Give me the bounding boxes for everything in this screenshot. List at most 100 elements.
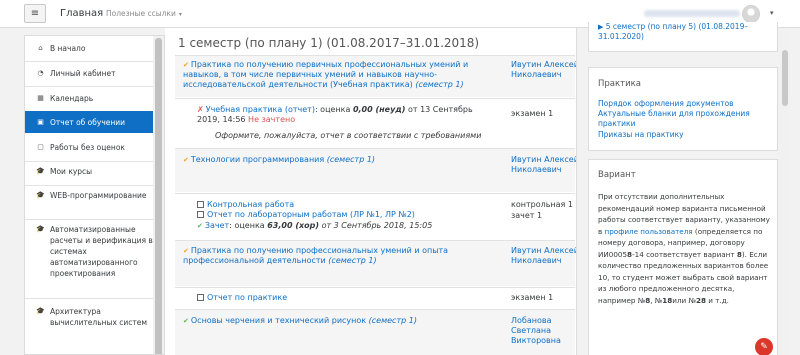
semester-card: ▶ 5 семестр (по плану 5) (01.08.2019–31.… [588, 22, 778, 52]
task-cell: ✔ Практика по получению профессиональных … [183, 246, 503, 266]
task-cell: ✔ Практика по получению первичных професс… [183, 60, 503, 90]
cross-icon: ✗ [197, 105, 204, 114]
chevron-down-icon: ▾ [178, 11, 182, 18]
quick-links-menu[interactable]: Полезные ссылки ▾ [106, 9, 182, 18]
semester-link[interactable]: (семестр 1) [328, 256, 376, 265]
user-menu[interactable]: ▾ [644, 4, 794, 24]
assignment-link[interactable]: Отчет по лабораторным работам (ЛР №1, ЛР… [207, 210, 415, 219]
table-row: Контрольная работа Отчет по лабораторным… [175, 193, 575, 241]
practice-card: Практика Порядок оформления документов А… [588, 67, 778, 151]
table-row: ✗ Учебная практика (отчет): оценка 0,00 (… [175, 98, 575, 153]
mortarboard-icon: 🎓 [36, 225, 45, 233]
page-scrollbar-thumb[interactable] [782, 50, 788, 106]
main-content: 1 семестр (по плану 1) (01.08.2017–31.01… [165, 28, 577, 355]
assignment-cell: Контрольная работа [197, 200, 517, 210]
page-title: 1 семестр (по плану 1) (01.08.2017–31.01… [178, 36, 480, 50]
teacher-link[interactable]: Лобанова Светлана Викторовна [511, 316, 576, 346]
nav-item-home[interactable]: ⌂ В начало [25, 43, 153, 57]
credit-link[interactable]: Зачет [205, 221, 229, 230]
profile-link[interactable]: профиле пользователя [605, 227, 693, 236]
practice-link[interactable]: Актуальные бланки для прохождения практи… [598, 109, 768, 129]
nav-item-learning-report[interactable]: ▣ Отчет об обучении [25, 111, 153, 133]
report-link[interactable]: Учебная практика (отчет) [206, 105, 315, 114]
variant-text: При отсутствии дополнительных рекомендац… [598, 192, 770, 305]
practice-link[interactable]: Порядок оформления документов [598, 99, 734, 109]
assignment-cell: Отчет по практике [197, 293, 517, 303]
check-icon: ✔ [183, 156, 189, 164]
divider [25, 86, 153, 87]
semester-link[interactable]: (семестр 1) [415, 80, 463, 89]
exam-type: зачет 1 [511, 211, 543, 220]
menu-toggle-button[interactable]: ≡ [24, 4, 46, 23]
exam-type: экзамен 1 [511, 293, 554, 302]
status-text: Не зачтено [248, 115, 296, 124]
checkbox-icon [197, 201, 204, 208]
nav-item-course-cad[interactable]: 🎓 Автоматизированные расчеты и верификаци… [25, 224, 153, 292]
floating-badge-icon[interactable]: ✎ [755, 338, 773, 355]
nav-item-ungraded-works[interactable]: ▢ Работы без оценок [25, 142, 153, 156]
home-icon: ⌂ [38, 44, 43, 52]
chevron-down-icon[interactable]: ▾ [770, 9, 774, 17]
report-icon: ▣ [37, 118, 44, 126]
task-cell: ✔ Технологии программирования (семестр 1) [183, 155, 503, 165]
nav-drawer: ⌂ В начало ◔ Личный кабинет ▦ Календарь ▣ От… [24, 35, 165, 355]
table-row: ✔ Основы черчения и технический рисунок (… [175, 309, 575, 355]
check-icon: ✔ [183, 61, 189, 69]
variant-card: Вариант При отсутствии дополнительных ре… [588, 159, 778, 355]
exam-type: экзамен 1 [511, 109, 554, 118]
play-icon: ▶ [598, 23, 604, 31]
checkbox-icon [197, 294, 204, 301]
mortarboard-icon: 🎓 [36, 191, 45, 199]
table-row: ✔ Практика по получению профессиональных … [175, 240, 576, 286]
semester-link[interactable]: (семестр 1) [327, 155, 375, 164]
grade-value: 63,00 (хор) [267, 221, 320, 230]
avatar[interactable] [742, 5, 760, 23]
checkbox-icon [197, 211, 204, 218]
assignment-cell: ✔ Зачет: оценка 63,00 (хор) от 3 Сентябрь… [197, 221, 433, 230]
user-name-blurred [644, 10, 740, 17]
dashboard-icon: ◔ [37, 69, 44, 77]
calendar-icon: ▦ [37, 94, 44, 102]
nav-item-dashboard[interactable]: ◔ Личный кабинет [25, 68, 153, 82]
teacher-link[interactable]: Ивутин Алексей Николаевич [511, 246, 576, 266]
mortarboard-icon: 🎓 [36, 307, 45, 315]
nav-item-my-courses[interactable]: 🎓 Мои курсы [25, 166, 153, 180]
nav-item-course-web[interactable]: 🎓 WEB-программирование [25, 190, 153, 214]
mortarboard-icon: 🎓 [36, 167, 45, 175]
right-sidebar: ▶ 5 семестр (по плану 5) (01.08.2019–31.… [578, 22, 800, 355]
divider [25, 185, 153, 186]
grade-value: 0,00 (неуд) [352, 105, 406, 114]
check-icon: ✔ [183, 317, 189, 325]
card-title: Практика [598, 79, 641, 89]
assignment-cell: ✗ Учебная практика (отчет): оценка 0,00 (… [197, 105, 473, 124]
home-link[interactable]: Главная [60, 8, 103, 19]
card-title: Вариант [598, 170, 636, 180]
assignment-link[interactable]: Контрольная работа [207, 200, 294, 209]
exam-type: контрольная 1 [511, 200, 573, 209]
assignment-cell: Отчет по лабораторным работам (ЛР №1, ЛР… [197, 210, 517, 220]
table-row: Отчет по практике экзамен 1 [175, 287, 575, 309]
practice-link[interactable]: Приказы на практику [598, 130, 684, 140]
divider [25, 61, 153, 62]
task-cell: ✔ Основы черчения и технический рисунок (… [183, 316, 503, 326]
nav-item-course-architecture[interactable]: 🎓 Архитектура вычислительных систем [25, 306, 153, 342]
drawer-scrollbar-thumb[interactable] [155, 38, 162, 354]
document-icon: ▢ [37, 143, 44, 151]
comment-text: Оформите, пожалуйста, отчет в соответств… [215, 131, 482, 140]
table-row: ✔ Практика по получению первичных професс… [175, 55, 576, 97]
divider [25, 298, 153, 299]
check-icon: ✔ [197, 222, 203, 230]
table-row: ✔ Технологии программирования (семестр 1)… [175, 148, 576, 192]
teacher-link[interactable]: Ивутин Алексей Николаевич [511, 155, 576, 175]
teacher-link[interactable]: Ивутин Алексей Николаевич [511, 60, 576, 80]
semester-link[interactable]: ▶ 5 семестр (по плану 5) (01.08.2019–31.… [598, 22, 774, 42]
semester-link[interactable]: (семестр 1) [369, 316, 417, 325]
hamburger-icon: ≡ [30, 8, 40, 19]
task-link[interactable]: Практика по получению профессиональных у… [183, 246, 448, 265]
divider [25, 219, 153, 220]
nav-item-calendar[interactable]: ▦ Календарь [25, 93, 153, 107]
task-link[interactable]: Основы черчения и технический рисунок [191, 316, 366, 325]
task-link[interactable]: Технологии программирования [191, 155, 324, 164]
check-icon: ✔ [183, 247, 189, 255]
assignment-link[interactable]: Отчет по практике [207, 293, 287, 302]
